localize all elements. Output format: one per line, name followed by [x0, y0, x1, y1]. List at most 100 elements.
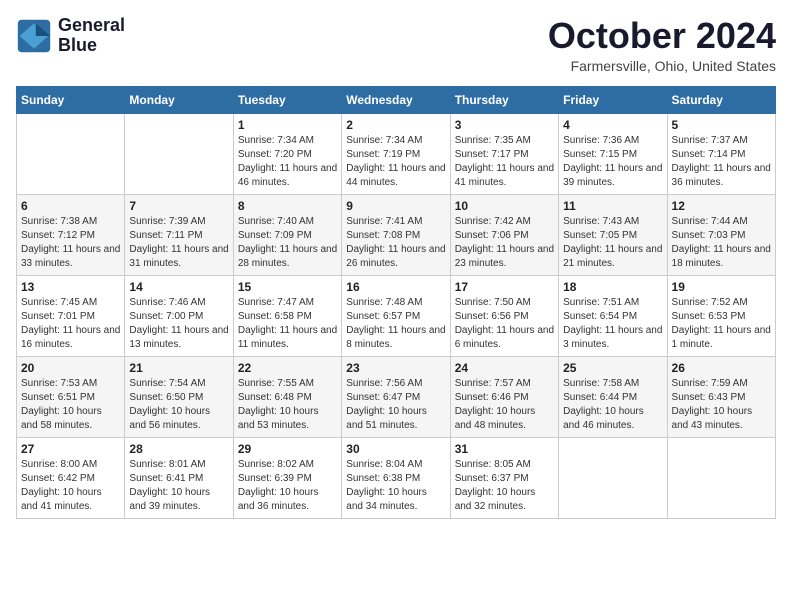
- day-info: Sunrise: 7:51 AM Sunset: 6:54 PM Dayligh…: [563, 296, 662, 352]
- calendar-cell: 23 Sunrise: 7:56 AM Sunset: 6:47 PM Dayli…: [342, 356, 450, 437]
- calendar-week-1: 1 Sunrise: 7:34 AM Sunset: 7:20 PM Daylig…: [17, 113, 776, 194]
- day-info: Sunrise: 7:44 AM Sunset: 7:03 PM Dayligh…: [672, 215, 771, 271]
- calendar-cell: 28Sunrise: 8:01 AM Sunset: 6:41 PM Dayli…: [125, 437, 233, 518]
- day-number: 9: [346, 199, 445, 213]
- calendar-cell: 25 Sunrise: 7:58 AM Sunset: 6:44 PM Dayli…: [559, 356, 667, 437]
- calendar-cell: 24Sunrise: 7:57 AM Sunset: 6:46 PM Dayli…: [450, 356, 558, 437]
- calendar-cell: 8 Sunrise: 7:40 AM Sunset: 7:09 PM Daylig…: [233, 194, 341, 275]
- day-number: 22: [238, 361, 337, 375]
- logo-line2: Blue: [58, 36, 125, 56]
- day-info: Sunrise: 7:48 AM Sunset: 6:57 PM Dayligh…: [346, 296, 445, 352]
- location-title: Farmersville, Ohio, United States: [548, 58, 776, 74]
- calendar-cell: 13 Sunrise: 7:45 AM Sunset: 7:01 PM Dayli…: [17, 275, 125, 356]
- day-info: Sunrise: 7:43 AM Sunset: 7:05 PM Dayligh…: [563, 215, 662, 271]
- day-info: Sunrise: 7:39 AM Sunset: 7:11 PM Dayligh…: [129, 215, 228, 271]
- day-number: 5: [672, 118, 771, 132]
- day-info: Sunrise: 7:52 AM Sunset: 6:53 PM Dayligh…: [672, 296, 771, 352]
- day-number: 3: [455, 118, 554, 132]
- day-info: Sunrise: 7:34 AM Sunset: 7:20 PM Dayligh…: [238, 134, 337, 190]
- calendar-cell: 4 Sunrise: 7:36 AM Sunset: 7:15 PM Daylig…: [559, 113, 667, 194]
- calendar-cell: 3Sunrise: 7:35 AM Sunset: 7:17 PM Daylig…: [450, 113, 558, 194]
- day-info: Sunrise: 7:50 AM Sunset: 6:56 PM Dayligh…: [455, 296, 554, 352]
- calendar-cell: 16 Sunrise: 7:48 AM Sunset: 6:57 PM Dayli…: [342, 275, 450, 356]
- month-title: October 2024: [548, 16, 776, 56]
- day-number: 21: [129, 361, 228, 375]
- day-number: 15: [238, 280, 337, 294]
- day-number: 17: [455, 280, 554, 294]
- day-number: 1: [238, 118, 337, 132]
- day-number: 18: [563, 280, 662, 294]
- calendar-week-4: 20Sunrise: 7:53 AM Sunset: 6:51 PM Dayli…: [17, 356, 776, 437]
- day-number: 25: [563, 361, 662, 375]
- calendar-cell: 29 Sunrise: 8:02 AM Sunset: 6:39 PM Dayli…: [233, 437, 341, 518]
- day-number: 27: [21, 442, 120, 456]
- day-number: 28: [129, 442, 228, 456]
- day-info: Sunrise: 7:59 AM Sunset: 6:43 PM Dayligh…: [672, 377, 771, 433]
- calendar-cell: 17 Sunrise: 7:50 AM Sunset: 6:56 PM Dayli…: [450, 275, 558, 356]
- day-info: Sunrise: 7:56 AM Sunset: 6:47 PM Dayligh…: [346, 377, 445, 433]
- calendar-cell: [17, 113, 125, 194]
- day-info: Sunrise: 7:45 AM Sunset: 7:01 PM Dayligh…: [21, 296, 120, 352]
- day-info: Sunrise: 7:40 AM Sunset: 7:09 PM Dayligh…: [238, 215, 337, 271]
- day-number: 13: [21, 280, 120, 294]
- day-info: Sunrise: 7:54 AM Sunset: 6:50 PM Dayligh…: [129, 377, 228, 433]
- calendar-cell: 14Sunrise: 7:46 AM Sunset: 7:00 PM Dayli…: [125, 275, 233, 356]
- column-header-friday: Friday: [559, 86, 667, 113]
- calendar-cell: 1 Sunrise: 7:34 AM Sunset: 7:20 PM Daylig…: [233, 113, 341, 194]
- calendar-cell: [559, 437, 667, 518]
- calendar-cell: 31Sunrise: 8:05 AM Sunset: 6:37 PM Dayli…: [450, 437, 558, 518]
- logo-text: General Blue: [58, 16, 125, 56]
- calendar-cell: 15Sunrise: 7:47 AM Sunset: 6:58 PM Dayli…: [233, 275, 341, 356]
- header: General Blue October 2024 Farmersville, …: [16, 16, 776, 74]
- calendar-cell: 20Sunrise: 7:53 AM Sunset: 6:51 PM Dayli…: [17, 356, 125, 437]
- day-info: Sunrise: 7:34 AM Sunset: 7:19 PM Dayligh…: [346, 134, 445, 190]
- calendar-cell: 2 Sunrise: 7:34 AM Sunset: 7:19 PM Daylig…: [342, 113, 450, 194]
- column-header-sunday: Sunday: [17, 86, 125, 113]
- day-info: Sunrise: 8:02 AM Sunset: 6:39 PM Dayligh…: [238, 458, 337, 514]
- day-number: 12: [672, 199, 771, 213]
- day-info: Sunrise: 8:05 AM Sunset: 6:37 PM Dayligh…: [455, 458, 554, 514]
- day-number: 30: [346, 442, 445, 456]
- calendar-cell: 9Sunrise: 7:41 AM Sunset: 7:08 PM Daylig…: [342, 194, 450, 275]
- calendar: SundayMondayTuesdayWednesdayThursdayFrid…: [16, 86, 776, 519]
- day-number: 11: [563, 199, 662, 213]
- calendar-cell: 11 Sunrise: 7:43 AM Sunset: 7:05 PM Dayli…: [559, 194, 667, 275]
- day-info: Sunrise: 7:58 AM Sunset: 6:44 PM Dayligh…: [563, 377, 662, 433]
- day-number: 6: [21, 199, 120, 213]
- calendar-cell: 6 Sunrise: 7:38 AM Sunset: 7:12 PM Daylig…: [17, 194, 125, 275]
- calendar-cell: [667, 437, 775, 518]
- day-number: 29: [238, 442, 337, 456]
- column-header-monday: Monday: [125, 86, 233, 113]
- day-info: Sunrise: 7:36 AM Sunset: 7:15 PM Dayligh…: [563, 134, 662, 190]
- column-header-tuesday: Tuesday: [233, 86, 341, 113]
- day-number: 19: [672, 280, 771, 294]
- calendar-cell: [125, 113, 233, 194]
- day-info: Sunrise: 7:38 AM Sunset: 7:12 PM Dayligh…: [21, 215, 120, 271]
- column-header-thursday: Thursday: [450, 86, 558, 113]
- calendar-cell: 27Sunrise: 8:00 AM Sunset: 6:42 PM Dayli…: [17, 437, 125, 518]
- title-area: October 2024 Farmersville, Ohio, United …: [548, 16, 776, 74]
- logo: General Blue: [16, 16, 125, 56]
- calendar-cell: 7 Sunrise: 7:39 AM Sunset: 7:11 PM Daylig…: [125, 194, 233, 275]
- day-number: 8: [238, 199, 337, 213]
- day-number: 2: [346, 118, 445, 132]
- calendar-cell: 30 Sunrise: 8:04 AM Sunset: 6:38 PM Dayli…: [342, 437, 450, 518]
- calendar-cell: 18 Sunrise: 7:51 AM Sunset: 6:54 PM Dayli…: [559, 275, 667, 356]
- logo-icon: [16, 18, 52, 54]
- day-info: Sunrise: 7:53 AM Sunset: 6:51 PM Dayligh…: [21, 377, 120, 433]
- calendar-week-2: 6 Sunrise: 7:38 AM Sunset: 7:12 PM Daylig…: [17, 194, 776, 275]
- calendar-week-5: 27Sunrise: 8:00 AM Sunset: 6:42 PM Dayli…: [17, 437, 776, 518]
- day-number: 7: [129, 199, 228, 213]
- day-number: 23: [346, 361, 445, 375]
- calendar-week-3: 13 Sunrise: 7:45 AM Sunset: 7:01 PM Dayli…: [17, 275, 776, 356]
- logo-line1: General: [58, 16, 125, 36]
- day-number: 4: [563, 118, 662, 132]
- day-info: Sunrise: 7:37 AM Sunset: 7:14 PM Dayligh…: [672, 134, 771, 190]
- day-info: Sunrise: 7:55 AM Sunset: 6:48 PM Dayligh…: [238, 377, 337, 433]
- day-number: 16: [346, 280, 445, 294]
- calendar-cell: 21 Sunrise: 7:54 AM Sunset: 6:50 PM Dayli…: [125, 356, 233, 437]
- day-info: Sunrise: 7:46 AM Sunset: 7:00 PM Dayligh…: [129, 296, 228, 352]
- calendar-cell: 22 Sunrise: 7:55 AM Sunset: 6:48 PM Dayli…: [233, 356, 341, 437]
- calendar-cell: 5 Sunrise: 7:37 AM Sunset: 7:14 PM Daylig…: [667, 113, 775, 194]
- day-info: Sunrise: 8:04 AM Sunset: 6:38 PM Dayligh…: [346, 458, 445, 514]
